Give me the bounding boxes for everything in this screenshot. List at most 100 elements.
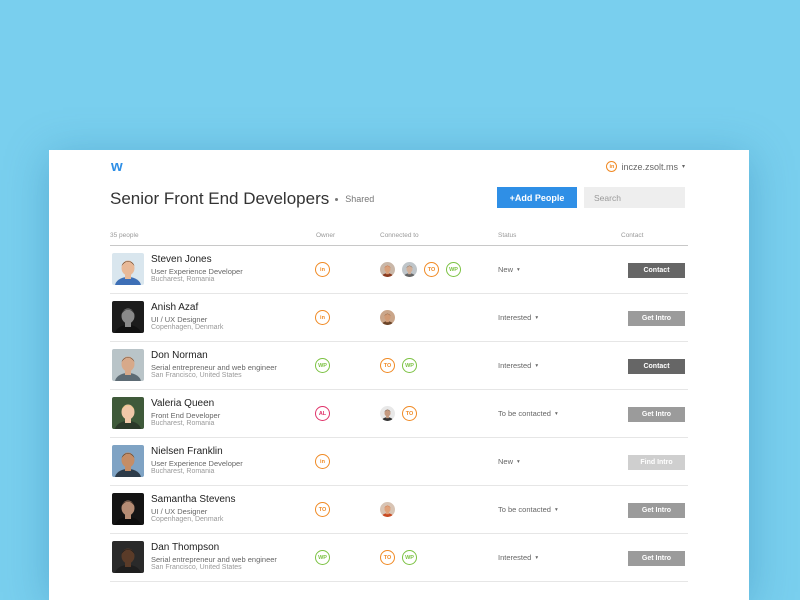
table-row[interactable]: Valeria Queen Front End Developer Buchares… xyxy=(110,390,688,438)
page-title: Senior Front End Developers xyxy=(110,189,330,208)
avatar[interactable] xyxy=(112,301,144,333)
avatar[interactable] xyxy=(112,253,144,285)
person-location: San Francisco, United States xyxy=(151,564,242,571)
status-dropdown[interactable]: To be contacted ▾ xyxy=(498,505,558,514)
contact-button[interactable]: Contact xyxy=(628,263,685,278)
connected-cell xyxy=(380,310,395,325)
owner-badge[interactable]: TO xyxy=(315,502,330,517)
get-intro-button[interactable]: Get Intro xyxy=(628,407,685,422)
person-location: Copenhagen, Denmark xyxy=(151,324,224,331)
status-dropdown[interactable]: Interested ▾ xyxy=(498,553,538,562)
person-name[interactable]: Valeria Queen xyxy=(151,398,214,409)
person-location: San Francisco, United States xyxy=(151,372,242,379)
connection-avatar[interactable] xyxy=(402,262,417,277)
person-name[interactable]: Steven Jones xyxy=(151,254,212,265)
person-role: Serial entrepreneur and web engineer xyxy=(151,555,277,564)
column-people: 35 people xyxy=(110,232,139,239)
column-status: Status xyxy=(498,232,517,239)
status-label: Interested xyxy=(498,313,532,322)
people-table: 35 people Owner Connected to Status Cont… xyxy=(110,230,688,582)
person-name[interactable]: Dan Thompson xyxy=(151,542,219,553)
status-dropdown[interactable]: Interested ▾ xyxy=(498,361,538,370)
owner-badge[interactable]: in xyxy=(315,310,330,325)
connection-badge[interactable]: TO xyxy=(424,262,439,277)
table-row[interactable]: Don Norman Serial entrepreneur and web en… xyxy=(110,342,688,390)
person-name[interactable]: Nielsen Franklin xyxy=(151,446,223,457)
owner-badge[interactable]: in xyxy=(315,262,330,277)
connection-badge[interactable]: WP xyxy=(446,262,461,277)
connection-badge[interactable]: TO xyxy=(380,358,395,373)
chevron-down-icon: ▾ xyxy=(535,554,539,561)
avatar[interactable] xyxy=(112,541,144,573)
column-connected: Connected to xyxy=(380,232,419,239)
connected-cell: TO WP xyxy=(380,550,417,565)
connection-avatar[interactable] xyxy=(380,502,395,517)
table-row[interactable]: Dan Thompson Serial entrepreneur and web … xyxy=(110,534,688,582)
person-role: Front End Developer xyxy=(151,411,221,420)
connected-cell: TO WP xyxy=(380,358,417,373)
get-intro-button[interactable]: Get Intro xyxy=(628,503,685,518)
get-intro-button[interactable]: Get Intro xyxy=(628,551,685,566)
status-dropdown[interactable]: Interested ▾ xyxy=(498,313,538,322)
person-location: Bucharest, Romania xyxy=(151,276,215,283)
person-location: Bucharest, Romania xyxy=(151,468,215,475)
user-menu[interactable]: in incze.zsolt.ms ▾ xyxy=(606,161,685,172)
owner-cell: TO xyxy=(315,502,330,517)
status-dropdown[interactable]: To be contacted ▾ xyxy=(498,409,558,418)
status-dropdown[interactable]: New ▾ xyxy=(498,457,520,466)
person-role: User Experience Developer xyxy=(151,459,243,468)
owner-cell: AL xyxy=(315,406,330,421)
person-name[interactable]: Anish Azaf xyxy=(151,302,198,313)
person-role: UI / UX Designer xyxy=(151,315,208,324)
person-role: User Experience Developer xyxy=(151,267,243,276)
connected-cell: TO xyxy=(380,406,417,421)
connection-badge[interactable]: WP xyxy=(402,358,417,373)
table-row[interactable]: Steven Jones User Experience Developer Buc… xyxy=(110,246,688,294)
connection-badge[interactable]: TO xyxy=(380,550,395,565)
linkedin-icon: in xyxy=(606,161,618,172)
owner-badge[interactable]: WP xyxy=(315,550,330,565)
table-body: Steven Jones User Experience Developer Buc… xyxy=(110,246,688,582)
app-logo[interactable]: w xyxy=(111,158,123,175)
avatar[interactable] xyxy=(112,349,144,381)
status-label: Interested xyxy=(498,553,532,562)
chevron-down-icon: ▾ xyxy=(681,164,685,170)
connection-badge[interactable]: TO xyxy=(402,406,417,421)
connection-avatar[interactable] xyxy=(380,406,395,421)
chevron-down-icon: ▾ xyxy=(554,506,558,513)
connection-avatar[interactable] xyxy=(380,310,395,325)
column-contact: Contact xyxy=(621,232,644,239)
table-row[interactable]: Samantha Stevens UI / UX Designer Copenhag… xyxy=(110,486,688,534)
table-row[interactable]: Anish Azaf UI / UX Designer Copenhagen, De… xyxy=(110,294,688,342)
owner-badge[interactable]: WP xyxy=(315,358,330,373)
avatar[interactable] xyxy=(112,493,144,525)
avatar[interactable] xyxy=(112,445,144,477)
chevron-down-icon: ▾ xyxy=(535,314,539,321)
person-location: Bucharest, Romania xyxy=(151,420,215,427)
connected-cell xyxy=(380,502,395,517)
connection-avatar[interactable] xyxy=(380,262,395,277)
get-intro-button[interactable]: Get Intro xyxy=(628,311,685,326)
status-label: To be contacted xyxy=(498,409,551,418)
status-label: New xyxy=(498,265,514,274)
avatar[interactable] xyxy=(112,397,144,429)
person-role: Serial entrepreneur and web engineer xyxy=(151,363,277,372)
owner-badge[interactable]: AL xyxy=(315,406,330,421)
owner-cell: in xyxy=(315,262,330,277)
person-name[interactable]: Samantha Stevens xyxy=(151,494,236,505)
status-label: To be contacted xyxy=(498,505,551,514)
shared-label: Shared xyxy=(345,194,375,204)
search-input[interactable]: Search xyxy=(584,187,685,208)
owner-cell: in xyxy=(315,454,330,469)
connection-badge[interactable]: WP xyxy=(402,550,417,565)
status-dropdown[interactable]: New ▾ xyxy=(498,265,520,274)
person-name[interactable]: Don Norman xyxy=(151,350,208,361)
find-intro-button[interactable]: Find Intro xyxy=(628,455,685,470)
owner-badge[interactable]: in xyxy=(315,454,330,469)
main-card: w in incze.zsolt.ms ▾ Senior Front End D… xyxy=(49,150,749,600)
owner-cell: in xyxy=(315,310,330,325)
contact-button[interactable]: Contact xyxy=(628,359,685,374)
add-people-button[interactable]: +Add People xyxy=(497,187,577,208)
table-row[interactable]: Nielsen Franklin User Experience Develope… xyxy=(110,438,688,486)
chevron-down-icon: ▾ xyxy=(517,266,520,273)
